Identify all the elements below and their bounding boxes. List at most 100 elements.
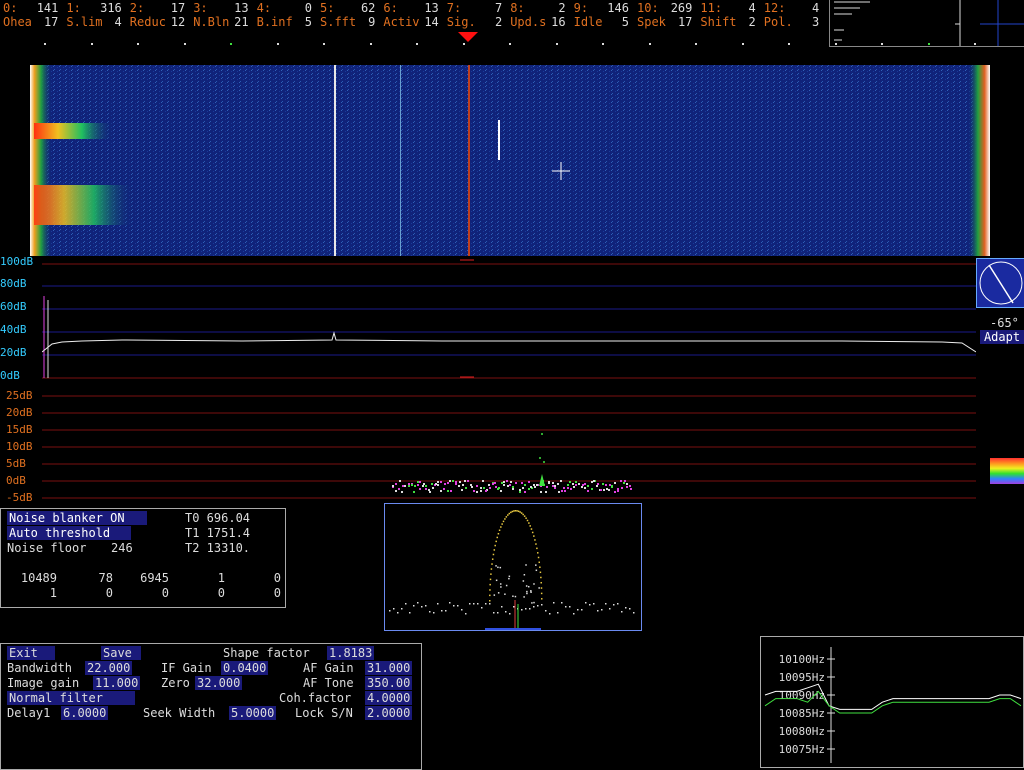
delay1-field[interactable]: 6.0000 — [61, 706, 109, 720]
scale-tick — [788, 43, 790, 45]
spectrum-dot — [467, 480, 469, 482]
status-label: 11: — [700, 1, 723, 15]
spectrum-dot — [624, 480, 626, 482]
filter-dot — [531, 531, 534, 534]
bandwidth-field[interactable]: 22.000 — [85, 661, 133, 675]
spectrum-dot — [428, 489, 430, 491]
status-cell: Spek 17 — [637, 15, 698, 29]
filter-dot — [409, 612, 411, 614]
frequency-scale[interactable] — [0, 30, 1024, 46]
scale-tick — [323, 43, 325, 45]
spectrum-dot — [500, 490, 502, 492]
status-value: 0 — [304, 1, 312, 15]
spectrum-dot — [429, 491, 431, 493]
if-gain-field[interactable]: 0.0400 — [221, 661, 269, 675]
db-scale-label: 25dB — [6, 389, 33, 402]
noise-blanker-toggle[interactable]: Noise blanker ON — [7, 511, 147, 525]
filter-dot — [577, 609, 579, 611]
filter-dot — [508, 575, 511, 578]
status-value: 4 — [114, 15, 122, 29]
filter-dot — [519, 511, 521, 513]
image-gain-label: Image gain — [7, 676, 80, 690]
filter-dot — [516, 510, 518, 512]
spectrum-dot — [464, 480, 466, 482]
spectrum-dot — [494, 482, 496, 484]
spectrum-dot — [563, 487, 565, 489]
af-tone-field[interactable]: 350.00 — [365, 676, 413, 690]
filter-dot — [527, 585, 530, 588]
spectrum-upper[interactable]: 100dB 80dB 60dB 40dB 20dB 0dB — [0, 256, 976, 382]
noise-count-value: 0 — [273, 586, 281, 600]
filter-dot — [539, 571, 542, 574]
waterfall-display[interactable] — [30, 65, 990, 256]
exit-button[interactable]: Exit — [7, 646, 55, 660]
filter-dot — [533, 601, 535, 604]
spectrum-dot — [528, 481, 530, 483]
spectrum-dot — [582, 484, 584, 486]
spectrum-dot — [425, 485, 427, 487]
spectrum-dot — [554, 485, 556, 487]
spectrum-dot — [617, 488, 619, 490]
status-row-2: Ohea 17 S.lim 4 Reduc 12 N.Bln 21 B.inf 5 S.fft 9 Ac… — [3, 15, 828, 29]
spectrum-dot — [621, 487, 623, 489]
spectrum-dot — [471, 486, 473, 488]
spectrum-dot — [419, 488, 421, 490]
af-gain-field[interactable]: 31.000 — [365, 661, 413, 675]
filter-dot — [499, 566, 502, 569]
status-value: 13 — [424, 1, 439, 15]
polarization-indicator[interactable] — [976, 258, 1024, 308]
scale-tick — [370, 43, 372, 45]
if-gain-label: IF Gain — [161, 661, 212, 675]
status-cell: S.lim 4 — [66, 15, 127, 29]
seek-width-field[interactable]: 5.0000 — [229, 706, 277, 720]
status-value: 2 — [748, 15, 756, 29]
spectrum-dot — [510, 481, 512, 483]
filter-dot — [533, 583, 535, 585]
status-cell: B.inf 5 — [257, 15, 318, 29]
filter-dot — [441, 610, 443, 612]
image-gain-field[interactable]: 11.000 — [93, 676, 141, 690]
scale-tick — [742, 43, 744, 45]
shape-factor-field[interactable]: 1.8183 — [327, 646, 375, 660]
polarization-mode[interactable]: Adapt — [980, 330, 1024, 344]
spectrum-dot — [509, 484, 511, 486]
status-value: 17 — [43, 15, 59, 29]
filter-dot — [581, 609, 583, 611]
filter-dot — [453, 605, 455, 607]
status-cell: 6: 13 — [383, 1, 444, 15]
lock-sn-field[interactable]: 2.0000 — [365, 706, 413, 720]
filter-dot — [508, 512, 511, 515]
status-label: Pol. — [763, 15, 793, 29]
auto-threshold-toggle[interactable]: Auto threshold — [7, 526, 131, 540]
filter-dot — [530, 591, 532, 593]
status-value: 269 — [670, 1, 693, 15]
filter-dot — [535, 569, 538, 572]
coh-factor-field[interactable]: 4.0000 — [365, 691, 413, 705]
status-label: Ohea — [3, 15, 32, 29]
db-scale-label: 40dB — [0, 323, 27, 336]
scale-tick — [649, 43, 651, 45]
scale-tick — [602, 43, 604, 45]
status-cell: 0: 141 — [3, 1, 64, 15]
spectrum-dot — [480, 487, 482, 489]
filter-dot — [505, 584, 508, 587]
spectrum-dot — [482, 480, 484, 482]
filter-dot — [557, 612, 559, 614]
spectrum-dot — [575, 484, 577, 486]
filter-dot — [533, 535, 535, 537]
spectrum-dot — [503, 481, 505, 483]
status-cell: 5: 62 — [320, 1, 381, 15]
status-label: 2: — [129, 1, 145, 15]
spectrum-dot — [459, 481, 461, 483]
status-label: 7: — [446, 1, 462, 15]
zero-field[interactable]: 32.000 — [195, 676, 243, 690]
spectrum-dot — [498, 487, 500, 489]
save-button[interactable]: Save — [101, 646, 141, 660]
normal-filter-toggle[interactable]: Normal filter — [7, 691, 135, 705]
filter-dot — [494, 544, 496, 547]
spectrum-dot — [417, 481, 419, 483]
spectrum-dot — [506, 480, 508, 482]
spectrum-lower[interactable]: 25dB 20dB 15dB 10dB 5dB 0dB -5dB — [0, 388, 976, 504]
status-value: 141 — [36, 1, 59, 15]
status-cell: 7: 7 — [447, 1, 508, 15]
